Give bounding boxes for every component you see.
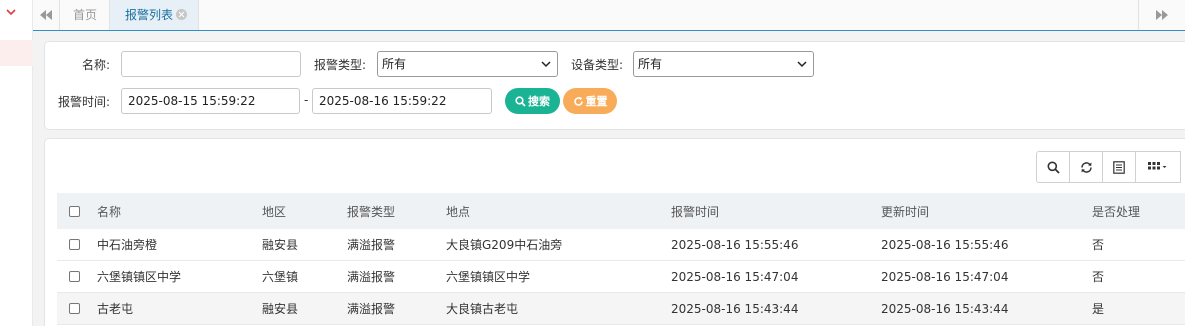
search-icon [1047, 161, 1060, 174]
table-cell: 2025-08-16 15:43:44 [671, 301, 799, 316]
name-label: 名称: [82, 58, 111, 72]
toggle-view-button[interactable] [1102, 151, 1136, 183]
refresh-icon [573, 96, 583, 106]
search-icon [515, 95, 526, 107]
column-header[interactable]: 是否处理 [1092, 193, 1140, 229]
table-cell: 否 [1092, 270, 1105, 284]
toggle-search-button[interactable] [1036, 151, 1070, 183]
table-cell: 大良镇G209中石油旁 [446, 238, 563, 252]
header-checkbox-cell [69, 193, 80, 229]
table-cell: 2025-08-16 15:47:04 [881, 269, 1009, 284]
row-checkbox-cell [69, 293, 80, 324]
alarm-type-value: 所有 [382, 57, 407, 71]
table-cell: 满溢报警 [347, 238, 396, 252]
table-cell: 六堡镇镇区中学 [446, 270, 531, 284]
time-separator: - [304, 93, 309, 107]
search-button-label: 搜索 [528, 95, 550, 108]
table-row[interactable]: 古老屯 融安县 满溢报警 大良镇古老屯 2025-08-16 15:43:44 … [57, 293, 1185, 325]
name-input[interactable] [121, 51, 301, 77]
refresh-icon [1080, 161, 1092, 173]
tab-alarm-list[interactable]: 报警列表 [109, 0, 199, 30]
table-cell: 中石油旁橙 [97, 238, 158, 252]
reset-button-label: 重置 [585, 95, 608, 108]
row-checkbox-cell [69, 229, 80, 260]
reset-button[interactable]: 重置 [563, 88, 617, 114]
table-cell: 是 [1092, 302, 1105, 316]
table-toolbar [1036, 151, 1181, 183]
close-icon[interactable] [176, 9, 187, 20]
chevron-down-icon[interactable] [5, 6, 17, 18]
alarm-time-label: 报警时间: [58, 95, 111, 109]
device-type-label: 设备类型: [571, 58, 624, 72]
alarm-type-label: 报警类型: [314, 58, 367, 72]
chevron-down-icon [797, 61, 807, 68]
tab-scroll-left-button[interactable] [33, 0, 60, 30]
search-button[interactable]: 搜索 [505, 88, 560, 114]
column-header[interactable]: 报警时间 [671, 193, 719, 229]
chevron-down-icon [541, 61, 551, 68]
row-checkbox[interactable] [69, 303, 80, 314]
table-cell: 否 [1092, 238, 1105, 252]
table-row[interactable]: 六堡镇镇区中学 六堡镇 满溢报警 六堡镇镇区中学 2025-08-16 15:4… [57, 261, 1185, 293]
list-icon [1113, 160, 1125, 174]
end-time-input[interactable]: 2025-08-16 15:59:22 [312, 88, 492, 114]
row-checkbox[interactable] [69, 271, 80, 282]
device-type-value: 所有 [638, 57, 663, 71]
table-header: 名称 地区 报警类型 地点 报警时间 更新时间 是否处理 [57, 193, 1185, 229]
table-cell: 2025-08-16 15:43:44 [881, 301, 1009, 316]
table-cell: 融安县 [262, 238, 299, 252]
table-cell: 2025-08-16 15:55:46 [881, 237, 1009, 252]
table-cell: 2025-08-16 15:47:04 [671, 269, 799, 284]
alarm-table-panel: 名称 地区 报警类型 地点 报警时间 更新时间 是否处理 中石油旁橙 融安县 满… [44, 138, 1185, 326]
column-header[interactable]: 地点 [446, 193, 470, 229]
table-cell: 六堡镇 [262, 270, 299, 284]
column-header[interactable]: 报警类型 [347, 193, 395, 229]
tab-label: 报警列表 [125, 8, 174, 22]
alarm-type-select[interactable]: 所有 [377, 51, 558, 77]
tab-home[interactable]: 首页 [61, 0, 109, 30]
columns-button[interactable] [1135, 151, 1181, 183]
tab-bar: 首页 报警列表 [33, 0, 1185, 31]
column-header[interactable]: 名称 [97, 193, 121, 229]
refresh-button[interactable] [1069, 151, 1103, 183]
table-row[interactable]: 中石油旁橙 融安县 满溢报警 大良镇G209中石油旁 2025-08-16 15… [57, 229, 1185, 261]
row-checkbox-cell [69, 261, 80, 292]
search-form: 名称: 报警类型: 所有 设备类型: 所有 报警时间: 2025-08-15 1… [44, 41, 1185, 130]
double-chevron-left-icon [40, 10, 52, 20]
tab-scroll-right-button[interactable] [1138, 0, 1185, 30]
table-cell: 满溢报警 [347, 270, 396, 284]
column-header[interactable]: 地区 [262, 193, 286, 229]
sidebar-active-item[interactable] [0, 40, 33, 66]
table-cell: 古老屯 [97, 302, 134, 316]
grid-icon [1148, 162, 1167, 170]
column-header[interactable]: 更新时间 [881, 193, 929, 229]
table-cell: 大良镇古老屯 [446, 302, 519, 316]
select-all-checkbox[interactable] [69, 205, 80, 217]
table-cell: 2025-08-16 15:55:46 [671, 237, 799, 252]
device-type-select[interactable]: 所有 [633, 51, 814, 77]
row-checkbox[interactable] [69, 239, 80, 250]
table-cell: 满溢报警 [347, 302, 396, 316]
sidebar [0, 0, 33, 326]
double-chevron-right-icon [1156, 10, 1168, 20]
start-time-input[interactable]: 2025-08-15 15:59:22 [121, 88, 300, 114]
table-cell: 融安县 [262, 302, 299, 316]
table-cell: 六堡镇镇区中学 [97, 270, 182, 284]
